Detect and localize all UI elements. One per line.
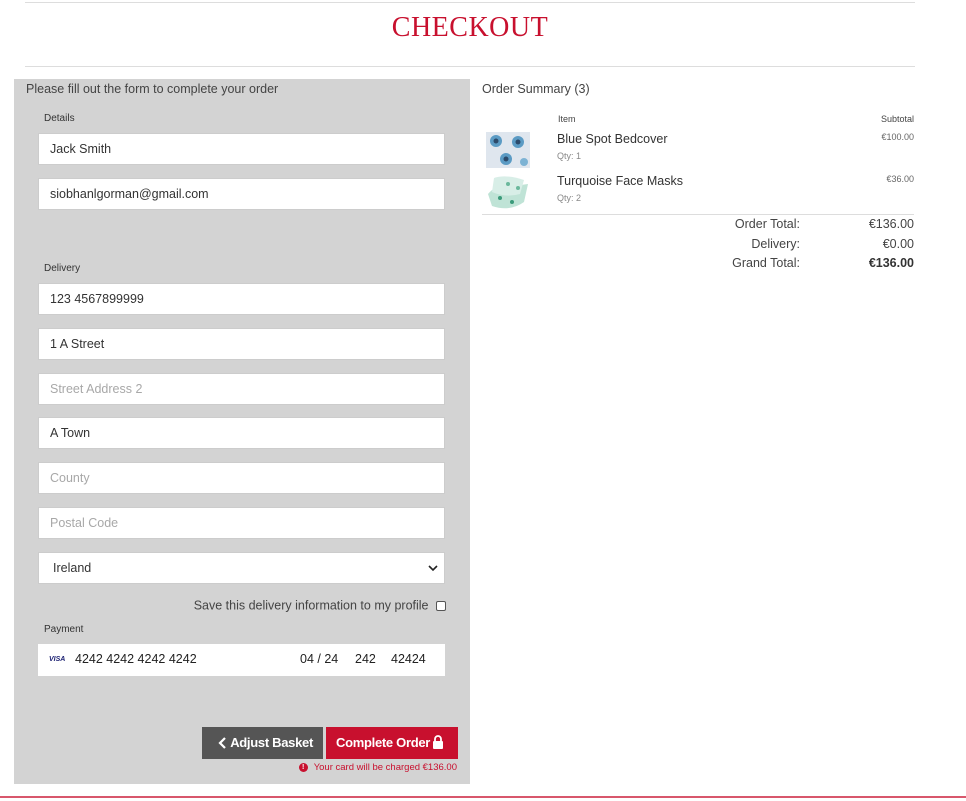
delivery-label: Delivery [44,263,81,274]
delivery-total-value: €0.00 [882,237,914,251]
charge-note: ! Your card will be charged €136.00 [14,762,457,773]
grand-total-value: €136.00 [868,256,914,270]
item-name: Blue Spot Bedcover [557,132,668,146]
charge-note-text: Your card will be charged €136.00 [313,762,457,773]
complete-order-button[interactable]: Complete Order [326,727,458,759]
visa-icon: VISA [49,656,66,663]
payment-label: Payment [44,624,84,635]
adjust-basket-button[interactable]: Adjust Basket [202,727,323,759]
email-input[interactable]: siobhanlgorman@gmail.com [38,178,445,210]
checkout-form: Please fill out the form to complete you… [14,79,470,784]
summary-item: Turquoise Face Masks Qty: 2 €36.00 [482,172,914,212]
item-name: Turquoise Face Masks [557,174,683,188]
card-zip[interactable]: 42424 [391,652,426,666]
order-total-value: €136.00 [868,217,914,231]
subtotal-column-header: Subtotal [880,114,914,124]
footer-divider [0,796,966,798]
card-expiry[interactable]: 04 / 24 [300,652,338,666]
delivery-total-label: Delivery: [751,237,800,251]
county-input[interactable]: County [38,462,445,494]
country-select-value: Ireland [53,561,92,575]
street-address-1-input[interactable]: 1 A Street [38,328,445,360]
page-title: CHECKOUT [391,12,549,43]
title-divider [25,66,915,67]
postcode-input[interactable]: Postal Code [38,507,445,539]
street-address-2-input[interactable]: Street Address 2 [38,373,445,405]
item-subtotal: €100.00 [881,132,914,142]
complete-order-label: Complete Order [336,735,431,750]
item-column-header: Item [558,114,576,124]
item-qty: Qty: 2 [557,193,582,203]
save-info-checkbox[interactable] [436,600,446,611]
top-divider [25,2,915,3]
face-masks-thumbnail [488,176,528,209]
full-name-input[interactable]: Jack Smith [38,133,445,165]
order-summary-title: Order Summary (3) [482,82,590,96]
grand-total-label: Grand Total: [732,256,800,270]
item-subtotal: €36.00 [886,174,914,184]
summary-item: Blue Spot Bedcover Qty: 1 €100.00 [482,130,914,170]
phone-input[interactable]: 123 4567899999 [38,283,445,315]
lock-icon [433,735,443,749]
details-label: Details [44,113,75,124]
card-element[interactable]: VISA 4242 4242 4242 4242 04 / 24 242 424… [38,644,445,676]
chevron-left-icon [218,737,226,749]
exclamation-circle-icon: ! [298,762,308,772]
save-info-row: Save this delivery information to my pro… [14,598,446,613]
order-total-label: Order Total: [734,217,800,231]
adjust-basket-label: Adjust Basket [230,735,313,750]
item-qty: Qty: 1 [557,151,582,161]
save-info-label: Save this delivery information to my pro… [193,598,429,613]
country-select[interactable]: Ireland [38,552,445,584]
town-input[interactable]: A Town [38,417,445,449]
bedcover-thumbnail [486,132,530,168]
card-number[interactable]: 4242 4242 4242 4242 [75,652,197,666]
summary-divider [482,214,914,215]
card-cvc[interactable]: 242 [355,652,376,666]
chevron-down-icon [428,565,438,572]
form-intro: Please fill out the form to complete you… [26,82,279,96]
